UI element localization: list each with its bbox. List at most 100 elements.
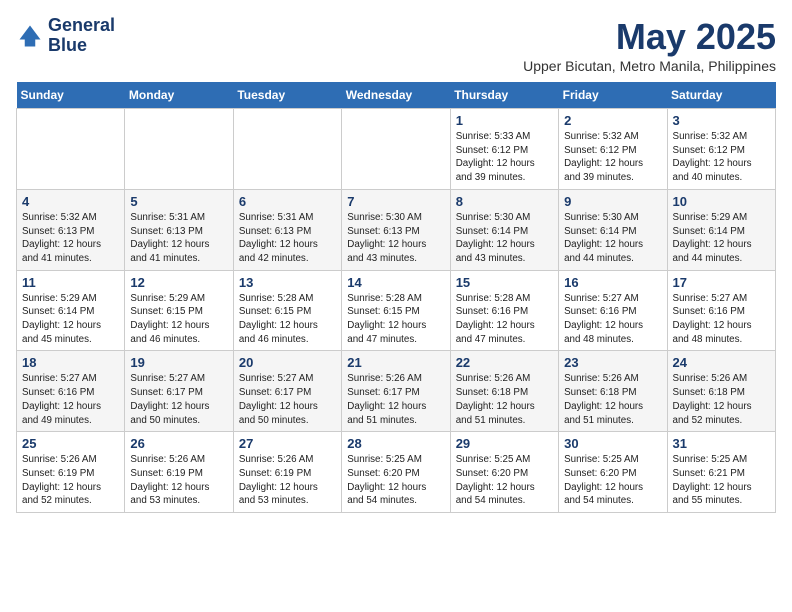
calendar-cell bbox=[342, 109, 450, 190]
calendar-cell: 21 Sunrise: 5:26 AM Sunset: 6:17 PM Dayli… bbox=[342, 351, 450, 432]
day-number: 15 bbox=[456, 275, 553, 290]
calendar-cell: 15 Sunrise: 5:28 AM Sunset: 6:16 PM Dayli… bbox=[450, 270, 558, 351]
day-info: Sunrise: 5:25 AM Sunset: 6:20 PM Dayligh… bbox=[456, 453, 553, 508]
day-info: Sunrise: 5:30 AM Sunset: 6:14 PM Dayligh… bbox=[456, 211, 553, 266]
calendar-cell: 24 Sunrise: 5:26 AM Sunset: 6:18 PM Dayli… bbox=[667, 351, 775, 432]
logo-icon bbox=[16, 22, 44, 50]
day-number: 14 bbox=[347, 275, 444, 290]
day-info: Sunrise: 5:28 AM Sunset: 6:15 PM Dayligh… bbox=[347, 292, 444, 347]
day-info: Sunrise: 5:29 AM Sunset: 6:14 PM Dayligh… bbox=[673, 211, 770, 266]
calendar-body: 1 Sunrise: 5:33 AM Sunset: 6:12 PM Daylig… bbox=[17, 109, 776, 513]
calendar-cell: 1 Sunrise: 5:33 AM Sunset: 6:12 PM Daylig… bbox=[450, 109, 558, 190]
calendar-cell: 23 Sunrise: 5:26 AM Sunset: 6:18 PM Dayli… bbox=[559, 351, 667, 432]
day-number: 4 bbox=[22, 194, 119, 209]
calendar-cell: 4Sunrise: 5:32 AM Sunset: 6:13 PM Daylig… bbox=[17, 189, 125, 270]
day-info: Sunrise: 5:32 AM Sunset: 6:12 PM Dayligh… bbox=[673, 130, 770, 185]
day-number: 22 bbox=[456, 355, 553, 370]
day-info: Sunrise: 5:30 AM Sunset: 6:13 PM Dayligh… bbox=[347, 211, 444, 266]
day-number: 19 bbox=[130, 355, 227, 370]
day-number: 8 bbox=[456, 194, 553, 209]
title-section: May 2025 Upper Bicutan, Metro Manila, Ph… bbox=[523, 16, 776, 74]
day-info: Sunrise: 5:32 AM Sunset: 6:12 PM Dayligh… bbox=[564, 130, 661, 185]
day-info: Sunrise: 5:28 AM Sunset: 6:16 PM Dayligh… bbox=[456, 292, 553, 347]
location-subtitle: Upper Bicutan, Metro Manila, Philippines bbox=[523, 58, 776, 74]
day-number: 7 bbox=[347, 194, 444, 209]
day-info: Sunrise: 5:31 AM Sunset: 6:13 PM Dayligh… bbox=[239, 211, 336, 266]
day-info: Sunrise: 5:25 AM Sunset: 6:20 PM Dayligh… bbox=[347, 453, 444, 508]
calendar-week-2: 4Sunrise: 5:32 AM Sunset: 6:13 PM Daylig… bbox=[17, 189, 776, 270]
calendar-cell: 31Sunrise: 5:25 AM Sunset: 6:21 PM Dayli… bbox=[667, 432, 775, 513]
day-number: 17 bbox=[673, 275, 770, 290]
calendar-cell: 6 Sunrise: 5:31 AM Sunset: 6:13 PM Daylig… bbox=[233, 189, 341, 270]
calendar-cell: 25Sunrise: 5:26 AM Sunset: 6:19 PM Dayli… bbox=[17, 432, 125, 513]
calendar-cell: 28 Sunrise: 5:25 AM Sunset: 6:20 PM Dayli… bbox=[342, 432, 450, 513]
calendar-cell: 29 Sunrise: 5:25 AM Sunset: 6:20 PM Dayli… bbox=[450, 432, 558, 513]
day-number: 28 bbox=[347, 436, 444, 451]
logo-text: General Blue bbox=[48, 16, 115, 56]
day-info: Sunrise: 5:29 AM Sunset: 6:15 PM Dayligh… bbox=[130, 292, 227, 347]
calendar-cell: 18 Sunrise: 5:27 AM Sunset: 6:16 PM Dayli… bbox=[17, 351, 125, 432]
header-wednesday: Wednesday bbox=[342, 82, 450, 109]
calendar-week-5: 25Sunrise: 5:26 AM Sunset: 6:19 PM Dayli… bbox=[17, 432, 776, 513]
day-info: Sunrise: 5:25 AM Sunset: 6:20 PM Dayligh… bbox=[564, 453, 661, 508]
calendar-cell: 22 Sunrise: 5:26 AM Sunset: 6:18 PM Dayli… bbox=[450, 351, 558, 432]
calendar-cell: 19 Sunrise: 5:27 AM Sunset: 6:17 PM Dayli… bbox=[125, 351, 233, 432]
calendar-cell: 26Sunrise: 5:26 AM Sunset: 6:19 PM Dayli… bbox=[125, 432, 233, 513]
day-info: Sunrise: 5:28 AM Sunset: 6:15 PM Dayligh… bbox=[239, 292, 336, 347]
day-info: Sunrise: 5:26 AM Sunset: 6:19 PM Dayligh… bbox=[239, 453, 336, 508]
header-thursday: Thursday bbox=[450, 82, 558, 109]
day-info: Sunrise: 5:26 AM Sunset: 6:18 PM Dayligh… bbox=[673, 372, 770, 427]
day-info: Sunrise: 5:27 AM Sunset: 6:16 PM Dayligh… bbox=[22, 372, 119, 427]
calendar-cell: 30 Sunrise: 5:25 AM Sunset: 6:20 PM Dayli… bbox=[559, 432, 667, 513]
day-number: 20 bbox=[239, 355, 336, 370]
day-number: 13 bbox=[239, 275, 336, 290]
day-number: 29 bbox=[456, 436, 553, 451]
day-info: Sunrise: 5:27 AM Sunset: 6:17 PM Dayligh… bbox=[239, 372, 336, 427]
day-number: 6 bbox=[239, 194, 336, 209]
day-number: 18 bbox=[22, 355, 119, 370]
day-info: Sunrise: 5:27 AM Sunset: 6:17 PM Dayligh… bbox=[130, 372, 227, 427]
day-number: 16 bbox=[564, 275, 661, 290]
calendar-cell: 27 Sunrise: 5:26 AM Sunset: 6:19 PM Dayli… bbox=[233, 432, 341, 513]
day-number: 23 bbox=[564, 355, 661, 370]
calendar-cell: 16Sunrise: 5:27 AM Sunset: 6:16 PM Dayli… bbox=[559, 270, 667, 351]
calendar-cell: 17 Sunrise: 5:27 AM Sunset: 6:16 PM Dayli… bbox=[667, 270, 775, 351]
day-info: Sunrise: 5:29 AM Sunset: 6:14 PM Dayligh… bbox=[22, 292, 119, 347]
day-info: Sunrise: 5:25 AM Sunset: 6:21 PM Dayligh… bbox=[673, 453, 770, 508]
day-number: 10 bbox=[673, 194, 770, 209]
calendar-cell bbox=[125, 109, 233, 190]
calendar-cell: 3Sunrise: 5:32 AM Sunset: 6:12 PM Daylig… bbox=[667, 109, 775, 190]
day-number: 24 bbox=[673, 355, 770, 370]
calendar-cell: 7 Sunrise: 5:30 AM Sunset: 6:13 PM Daylig… bbox=[342, 189, 450, 270]
day-number: 21 bbox=[347, 355, 444, 370]
day-number: 2 bbox=[564, 113, 661, 128]
day-number: 26 bbox=[130, 436, 227, 451]
day-number: 12 bbox=[130, 275, 227, 290]
day-info: Sunrise: 5:26 AM Sunset: 6:18 PM Dayligh… bbox=[456, 372, 553, 427]
day-info: Sunrise: 5:27 AM Sunset: 6:16 PM Dayligh… bbox=[673, 292, 770, 347]
calendar-cell: 20 Sunrise: 5:27 AM Sunset: 6:17 PM Dayli… bbox=[233, 351, 341, 432]
calendar-cell: 14 Sunrise: 5:28 AM Sunset: 6:15 PM Dayli… bbox=[342, 270, 450, 351]
day-info: Sunrise: 5:30 AM Sunset: 6:14 PM Dayligh… bbox=[564, 211, 661, 266]
header-saturday: Saturday bbox=[667, 82, 775, 109]
day-info: Sunrise: 5:26 AM Sunset: 6:17 PM Dayligh… bbox=[347, 372, 444, 427]
calendar-cell bbox=[17, 109, 125, 190]
calendar-week-4: 18 Sunrise: 5:27 AM Sunset: 6:16 PM Dayli… bbox=[17, 351, 776, 432]
day-info: Sunrise: 5:26 AM Sunset: 6:19 PM Dayligh… bbox=[22, 453, 119, 508]
calendar-cell bbox=[233, 109, 341, 190]
day-number: 1 bbox=[456, 113, 553, 128]
header-monday: Monday bbox=[125, 82, 233, 109]
calendar-cell: 8 Sunrise: 5:30 AM Sunset: 6:14 PM Daylig… bbox=[450, 189, 558, 270]
day-info: Sunrise: 5:33 AM Sunset: 6:12 PM Dayligh… bbox=[456, 130, 553, 185]
logo: General Blue bbox=[16, 16, 115, 56]
calendar-week-3: 11 Sunrise: 5:29 AM Sunset: 6:14 PM Dayli… bbox=[17, 270, 776, 351]
day-number: 30 bbox=[564, 436, 661, 451]
day-number: 9 bbox=[564, 194, 661, 209]
calendar-cell: 10 Sunrise: 5:29 AM Sunset: 6:14 PM Dayli… bbox=[667, 189, 775, 270]
calendar-cell: 13 Sunrise: 5:28 AM Sunset: 6:15 PM Dayli… bbox=[233, 270, 341, 351]
day-info: Sunrise: 5:26 AM Sunset: 6:18 PM Dayligh… bbox=[564, 372, 661, 427]
calendar-cell: 2 Sunrise: 5:32 AM Sunset: 6:12 PM Daylig… bbox=[559, 109, 667, 190]
calendar-header-row: SundayMondayTuesdayWednesdayThursdayFrid… bbox=[17, 82, 776, 109]
day-number: 11 bbox=[22, 275, 119, 290]
day-number: 27 bbox=[239, 436, 336, 451]
